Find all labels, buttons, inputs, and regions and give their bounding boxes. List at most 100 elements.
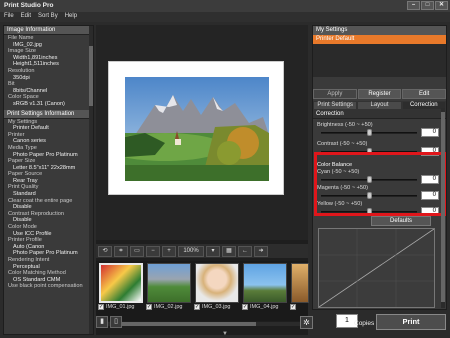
title-bar: Print Studio Pro – □ ✕ bbox=[0, 0, 450, 12]
thumbnail-item[interactable]: ✓ IMG_04.jpg bbox=[242, 263, 288, 315]
menu-edit[interactable]: Edit bbox=[21, 13, 31, 21]
correction-header[interactable]: Correction bbox=[313, 110, 446, 119]
tab-correction[interactable]: Correction bbox=[401, 101, 446, 110]
thumbnail-strip: ✓ IMG_01.jpg ✓ IMG_02.jpg ✓ IMG_03.jpg ✓ IMG… bbox=[96, 261, 309, 321]
info-label: Color Matching Method bbox=[8, 270, 66, 277]
zoom-select[interactable]: 100% bbox=[178, 245, 204, 257]
menu-file[interactable]: File bbox=[4, 13, 14, 21]
thumbnail-checkbox[interactable]: ✓ bbox=[242, 304, 248, 310]
view-mode-button[interactable]: ▦ bbox=[222, 245, 236, 257]
info-value: OS Standard CMM bbox=[13, 276, 61, 283]
window-title: Print Studio Pro bbox=[4, 2, 54, 9]
info-label: Media Type bbox=[8, 144, 37, 151]
tab-layout[interactable]: Layout bbox=[357, 101, 402, 110]
thumbnail-item[interactable]: ✓ IMG_02.jpg bbox=[146, 263, 192, 315]
brightness-row: 0 bbox=[313, 128, 446, 138]
print-info-header[interactable]: Print Settings Information bbox=[4, 109, 93, 119]
info-value: sRGB v1.31 (Canon) bbox=[13, 100, 65, 107]
zoom-in-button[interactable]: + bbox=[162, 245, 176, 257]
thumbnail-name: IMG_03.jpg bbox=[202, 304, 231, 310]
zoom-out-button[interactable]: − bbox=[146, 245, 160, 257]
edit-button[interactable]: Edit bbox=[402, 89, 447, 99]
apply-button[interactable]: Apply bbox=[313, 89, 357, 99]
brightness-knob[interactable] bbox=[367, 129, 372, 136]
prev-button[interactable]: ← bbox=[238, 245, 252, 257]
gear-icon[interactable]: ✲ bbox=[300, 316, 313, 329]
info-label: Image Size bbox=[8, 48, 36, 55]
print-button[interactable]: Print bbox=[376, 314, 446, 330]
info-value: Perceptual bbox=[13, 263, 40, 270]
paper-preview bbox=[108, 61, 284, 195]
thumbnail-image[interactable] bbox=[243, 263, 287, 303]
copies-label: Copies bbox=[354, 320, 375, 327]
thumbnail-scroll-thumb[interactable] bbox=[116, 322, 256, 326]
thumbnail-item[interactable]: ✓ IMG_01.jpg bbox=[98, 263, 144, 315]
info-value: Width1,891inches bbox=[13, 54, 58, 61]
rotate-button[interactable]: ⟲ bbox=[98, 245, 112, 257]
thumbnail-image[interactable] bbox=[195, 263, 239, 303]
settings-scroll-thumb[interactable] bbox=[441, 112, 445, 302]
next-button[interactable]: ➜ bbox=[254, 245, 268, 257]
info-value: Disable bbox=[13, 204, 32, 211]
info-label: Use black point compensation bbox=[8, 283, 83, 290]
info-label: Rendering Intent bbox=[8, 257, 50, 263]
thumbnail-checkbox[interactable]: ✓ bbox=[146, 304, 152, 310]
brightness-slider[interactable] bbox=[321, 129, 417, 136]
thumbnail-image[interactable] bbox=[291, 263, 309, 303]
brightness-input[interactable]: 0 bbox=[421, 128, 439, 137]
close-button[interactable]: ✕ bbox=[435, 1, 448, 10]
info-value: 350dpi bbox=[13, 74, 30, 81]
preview-area: ⟲ ⌗ ▭ − + 100% ▾ ▦ ← ➜ ✓ IMG_01.jpg ✓ IMG_… bbox=[96, 25, 309, 335]
info-value: Letter 8.5"x11" 22x28mm bbox=[13, 164, 76, 171]
single-view-button[interactable]: ▮ bbox=[96, 316, 108, 328]
info-value: Rear Tray bbox=[13, 177, 38, 184]
zoom-dropdown[interactable]: ▾ bbox=[206, 245, 220, 257]
my-settings-item[interactable]: Printer Default bbox=[313, 35, 446, 44]
preview-toolbar: ⟲ ⌗ ▭ − + 100% ▾ ▦ ← ➜ bbox=[96, 244, 308, 258]
info-label: Printer Profile bbox=[8, 237, 42, 244]
info-value: Canon series bbox=[13, 138, 46, 145]
thumbnail-checkbox[interactable]: ✓ bbox=[194, 304, 200, 310]
maximize-button[interactable]: □ bbox=[421, 1, 434, 10]
my-settings-list: Printer Default bbox=[313, 35, 446, 77]
menu-bar: File Edit Sort By Help bbox=[0, 12, 450, 22]
collapse-arrow-icon[interactable]: ▼ bbox=[222, 331, 228, 337]
multi-view-button[interactable]: ▯ bbox=[110, 316, 122, 328]
info-label: Resolution bbox=[8, 67, 35, 74]
zoom-out-icon: − bbox=[151, 247, 155, 254]
info-value: Photo Paper Pro Platinum bbox=[13, 250, 78, 257]
info-label: Color Space bbox=[8, 94, 39, 101]
thumbnail-name: IMG_04.jpg bbox=[250, 304, 279, 310]
view-toggle-group: ▮ ▯ bbox=[96, 316, 136, 330]
menu-sort-by[interactable]: Sort By bbox=[38, 13, 58, 21]
thumbnail-name: IMG_02.jpg bbox=[154, 304, 183, 310]
minimize-button[interactable]: – bbox=[407, 1, 420, 10]
image-info-header[interactable]: Image Information bbox=[4, 26, 93, 35]
thumbnail-image[interactable] bbox=[99, 263, 143, 303]
defaults-button[interactable]: Defaults bbox=[371, 216, 431, 226]
info-value: Photo Paper Pro Platinum bbox=[13, 151, 78, 158]
tab-print-settings[interactable]: Print Settings bbox=[313, 101, 358, 110]
tone-curve-line bbox=[318, 228, 435, 308]
my-settings-header[interactable]: My Settings bbox=[313, 26, 446, 35]
menu-help[interactable]: Help bbox=[65, 13, 77, 21]
crop-button[interactable]: ⌗ bbox=[114, 245, 128, 257]
thumbnail-checkbox[interactable]: ✓ bbox=[290, 304, 296, 310]
register-button[interactable]: Register bbox=[357, 89, 402, 99]
settings-scrollbar[interactable] bbox=[441, 108, 445, 308]
tone-curve-graph[interactable] bbox=[318, 228, 435, 308]
info-label: Contrast Reproduction bbox=[8, 210, 64, 217]
info-label: Printer bbox=[8, 131, 25, 138]
fit-button[interactable]: ▭ bbox=[130, 245, 144, 257]
left-scrollbar[interactable] bbox=[89, 26, 93, 334]
preview-photo[interactable] bbox=[125, 77, 269, 181]
thumbnail-image[interactable] bbox=[147, 263, 191, 303]
thumbnail-checkbox[interactable]: ✓ bbox=[98, 304, 104, 310]
preview-canvas bbox=[96, 25, 308, 240]
left-scroll-thumb[interactable] bbox=[89, 46, 93, 106]
thumbnail-item[interactable]: ✓ IMG_03.jpg bbox=[194, 263, 240, 315]
info-panel: Image Information File Name IMG_02.jpg I… bbox=[3, 25, 94, 335]
info-label: My Settings bbox=[8, 118, 38, 125]
thumbnail-name: IMG_01.jpg bbox=[106, 304, 135, 310]
info-value: IMG_02.jpg bbox=[13, 41, 42, 48]
